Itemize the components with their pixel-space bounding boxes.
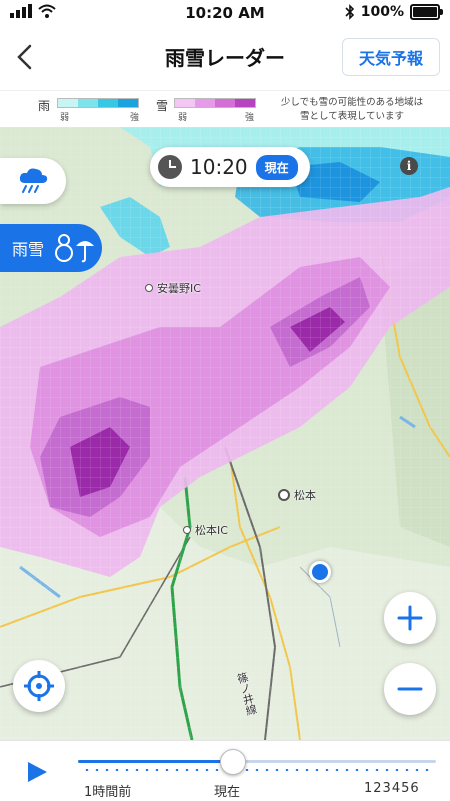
- rain-strong-label: 強: [130, 113, 140, 123]
- status-right: 100%: [345, 4, 443, 20]
- rain-snow-mode-button[interactable]: 雨雪: [0, 224, 102, 272]
- snow-scale: [174, 98, 256, 108]
- intensity-legend: 雨 弱 強 雪 弱 強 少しでも雪の可能性のある地域は 雪として表現しています: [0, 90, 450, 128]
- current-location-marker: [309, 561, 331, 583]
- timeline-bar: 1時間前 現在 123456: [0, 740, 450, 801]
- play-icon: [28, 762, 47, 782]
- my-location-button[interactable]: [13, 660, 65, 712]
- timeline-past-label: 1時間前: [84, 785, 132, 800]
- rain-scale: [57, 98, 139, 108]
- city-marker-icon: [278, 489, 290, 501]
- rain-swatch-4: [118, 99, 138, 107]
- zoom-in-button[interactable]: [384, 592, 436, 644]
- legend-note-line2: 雪として表現しています: [300, 111, 404, 122]
- map-label-matsumoto-ic: 松本IC: [183, 522, 228, 538]
- snowman-umbrella-icon: [55, 234, 95, 263]
- map-label-text: 松本: [294, 489, 316, 502]
- clock-icon: [158, 155, 182, 179]
- timeline-handle[interactable]: [219, 749, 246, 775]
- rain-legend-label: 雨: [38, 99, 51, 113]
- map-label-text: 松本IC: [195, 524, 228, 537]
- snow-swatch-3: [215, 99, 235, 107]
- weather-layer-button[interactable]: [0, 158, 66, 204]
- timeline-now-label: 現在: [214, 785, 241, 800]
- rain-swatch-2: [78, 99, 98, 107]
- rain-weak-label: 弱: [60, 113, 70, 123]
- weather-forecast-button[interactable]: 天気予報: [342, 38, 440, 76]
- map-base-and-radar: [0, 127, 450, 740]
- snow-swatch-1: [175, 99, 195, 107]
- rain-swatch-1: [58, 99, 78, 107]
- rain-cloud-icon: [19, 168, 48, 193]
- timeline-forecast-label: 123456: [364, 781, 420, 796]
- timeline-progress: [78, 760, 232, 763]
- snow-weak-label: 弱: [178, 113, 188, 123]
- minus-icon: [397, 687, 423, 691]
- snow-strong-label: 強: [245, 113, 255, 123]
- now-badge: 現在: [255, 154, 298, 180]
- timeline-slider[interactable]: [78, 760, 436, 763]
- status-bar: 10:20 AM 100%: [0, 0, 450, 26]
- zoom-out-button[interactable]: [384, 663, 436, 715]
- snow-swatch-2: [195, 99, 215, 107]
- legend-note: 少しでも雪の可能性のある地域は 雪として表現しています: [272, 96, 432, 124]
- play-button[interactable]: [26, 761, 48, 787]
- snow-legend-label: 雪: [156, 99, 169, 113]
- interchange-marker-icon: [145, 284, 153, 292]
- app-header: 雨雪レーダー 天気予報: [0, 26, 450, 90]
- legend-note-line1: 少しでも雪の可能性のある地域は: [280, 97, 424, 108]
- interchange-marker-icon: [183, 526, 191, 534]
- snow-swatch-4: [235, 99, 255, 107]
- rain-swatch-3: [98, 99, 118, 107]
- map-label-matsumoto: 松本: [278, 487, 316, 503]
- mode-label: 雨雪: [12, 240, 45, 259]
- map-label-text: 安曇野IC: [157, 282, 201, 295]
- current-time-pill[interactable]: 10:20 現在: [150, 147, 310, 187]
- timeline-ticks: [82, 769, 432, 771]
- battery-icon: [410, 4, 443, 20]
- radar-map[interactable]: 安曇野IC 松本 松本IC 篠ノ井線: [0, 127, 450, 740]
- info-icon[interactable]: i: [400, 157, 418, 175]
- current-time-text: 10:20: [190, 155, 248, 179]
- map-label-azumino-ic: 安曇野IC: [145, 280, 201, 296]
- bluetooth-icon: [345, 4, 354, 20]
- plus-icon: [397, 605, 423, 631]
- battery-percent: 100%: [360, 4, 404, 20]
- crosshair-icon: [24, 671, 54, 701]
